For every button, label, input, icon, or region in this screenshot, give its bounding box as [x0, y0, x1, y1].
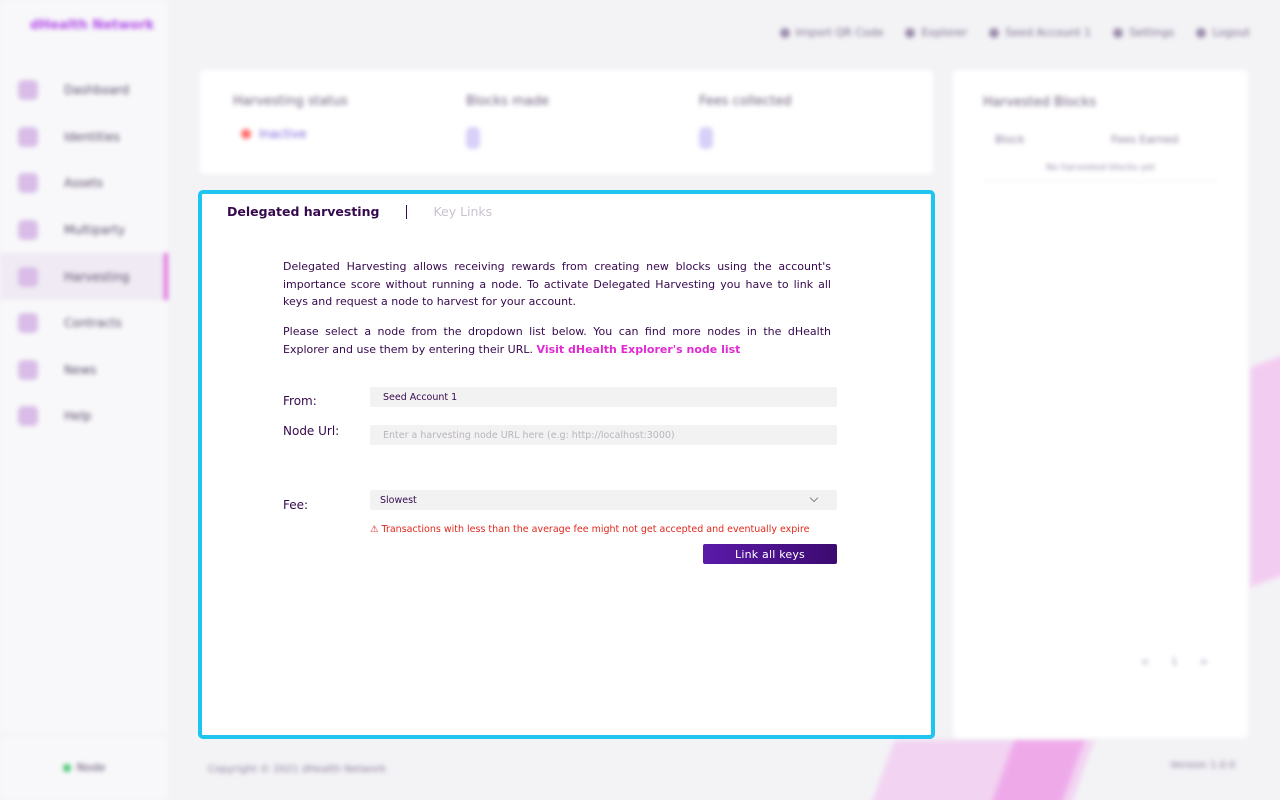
topbar-label: Logout: [1212, 26, 1250, 39]
delegated-harvesting-card: Delegated harvesting Key Links Delegated…: [198, 190, 935, 739]
assets-icon: [18, 173, 38, 194]
multiparty-icon: [18, 220, 38, 241]
harvesting-status: Harvesting status Inactive: [233, 94, 348, 141]
sidebar-item-label: Contracts: [64, 316, 122, 331]
top-bar: Import QR Code Explorer Seed Account 1 S…: [779, 26, 1250, 39]
fee-select[interactable]: Slowest: [370, 490, 837, 510]
link-all-keys-button[interactable]: Link all keys: [703, 544, 837, 564]
stat-value: Inactive: [259, 127, 307, 141]
topbar-label: Seed Account 1: [1005, 26, 1092, 39]
from-label: From:: [283, 394, 317, 408]
chevron-down-icon: [809, 493, 819, 503]
status-dot-icon: [241, 129, 251, 139]
sidebar-item-label: Assets: [64, 176, 104, 191]
pagination: < 1 >: [1141, 657, 1208, 668]
harvesting-icon: [18, 266, 38, 287]
sidebar-item-harvesting[interactable]: Harvesting: [0, 253, 168, 300]
explorer-button[interactable]: Explorer: [905, 26, 967, 39]
globe-icon: [905, 27, 916, 38]
column-header: Block: [995, 133, 1025, 146]
sidebar: dHealth Network Dashboard Identities Ass…: [0, 0, 168, 800]
logout-button[interactable]: Logout: [1196, 26, 1250, 39]
stat-label: Harvesting status: [233, 94, 348, 109]
fee-label: Fee:: [283, 498, 309, 512]
next-page-button[interactable]: >: [1200, 657, 1208, 668]
identity-icon: [18, 126, 38, 147]
help-icon: [18, 406, 38, 427]
sidebar-item-assets[interactable]: Assets: [0, 160, 168, 207]
description-text: Delegated Harvesting allows receiving re…: [283, 260, 831, 308]
from-field[interactable]: Seed Account 1: [370, 387, 837, 407]
fees-collected: Fees collected 0: [699, 94, 792, 149]
harvested-blocks-card: Harvested Blocks Block Fees Earned No ha…: [953, 70, 1248, 738]
sidebar-item-contracts[interactable]: Contracts: [0, 300, 168, 347]
logout-icon: [1196, 27, 1207, 38]
page-number[interactable]: 1: [1171, 657, 1177, 668]
background-shape: [1250, 352, 1280, 588]
sidebar-item-label: Dashboard: [64, 83, 130, 98]
explorer-node-list-link[interactable]: Visit dHealth Explorer's node list: [537, 343, 741, 356]
harvesting-status-card: Harvesting status Inactive Blocks made 0…: [200, 70, 933, 174]
card-title: Harvested Blocks: [983, 95, 1096, 110]
topbar-label: Settings: [1129, 26, 1175, 39]
sidebar-item-dashboard[interactable]: Dashboard: [0, 67, 168, 114]
fee-selected-value: Slowest: [380, 494, 417, 506]
version-text: Version 1.0.0: [1170, 760, 1236, 771]
sidebar-item-label: News: [64, 362, 97, 377]
topbar-label: Explorer: [921, 26, 968, 39]
empty-message: No harvested blocks yet: [983, 163, 1218, 182]
stat-label: Fees collected: [699, 94, 792, 109]
tab-divider: [406, 204, 408, 219]
sidebar-item-label: Help: [64, 409, 92, 424]
stat-value: 0: [699, 127, 713, 149]
tab-key-links[interactable]: Key Links: [433, 204, 492, 219]
sidebar-item-label: Identities: [64, 129, 120, 144]
node-url-input[interactable]: [370, 425, 837, 445]
blocks-made: Blocks made 0: [466, 94, 549, 149]
sidebar-item-identities[interactable]: Identities: [0, 114, 168, 161]
copyright-text: Copyright © 2021 dHealth Network: [208, 764, 386, 775]
sidebar-item-label: Multiparty: [64, 223, 126, 238]
sidebar-item-multiparty[interactable]: Multiparty: [0, 207, 168, 254]
fee-warning: ⚠ Transactions with less than the averag…: [370, 524, 810, 535]
news-icon: [18, 359, 38, 380]
sidebar-item-news[interactable]: News: [0, 347, 168, 394]
account-button[interactable]: Seed Account 1: [989, 26, 1091, 39]
prev-page-button[interactable]: <: [1141, 657, 1149, 668]
tab-bar: Delegated harvesting Key Links: [227, 204, 492, 219]
import-qr-button[interactable]: Import QR Code: [779, 26, 884, 39]
settings-button[interactable]: Settings: [1113, 26, 1174, 39]
column-header: Fees Earned: [1111, 133, 1179, 146]
gear-icon: [1113, 27, 1124, 38]
sidebar-item-help[interactable]: Help: [0, 393, 168, 440]
stat-value: 0: [466, 127, 480, 149]
wallet-icon: [989, 27, 1000, 38]
qr-icon: [779, 27, 790, 38]
tab-delegated-harvesting[interactable]: Delegated harvesting: [227, 204, 379, 219]
stat-label: Blocks made: [466, 94, 549, 109]
sidebar-nav: Dashboard Identities Assets Multiparty H…: [0, 67, 168, 440]
status-dot-icon: [62, 763, 71, 772]
dashboard-icon: [18, 80, 38, 101]
sidebar-item-label: Harvesting: [64, 269, 130, 284]
contracts-icon: [18, 313, 38, 334]
node-status-label: Node: [76, 761, 106, 774]
topbar-label: Import QR Code: [795, 26, 884, 39]
description-text: Please select a node from the dropdown l…: [283, 323, 831, 358]
node-status[interactable]: Node: [0, 734, 168, 800]
node-url-label: Node Url:: [283, 424, 340, 438]
brand-logo: dHealth Network: [30, 18, 155, 33]
